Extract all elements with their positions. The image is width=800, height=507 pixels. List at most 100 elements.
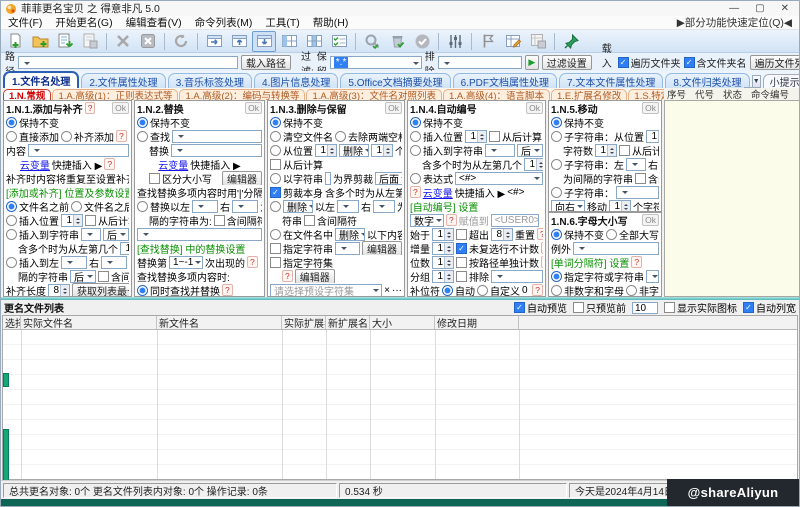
p4-from-end-checkbox[interactable]: 从后计算 xyxy=(489,129,542,143)
apply-filter-button[interactable]: ▶ xyxy=(525,55,539,70)
col-new-ext[interactable]: 新扩展名 xyxy=(326,316,370,329)
include-folder-names-checkbox[interactable]: 含文件夹名 xyxy=(684,55,747,70)
table-col-left-button[interactable] xyxy=(277,31,301,52)
p6-non-alnum-radio[interactable]: 非数字和字母 xyxy=(551,283,624,297)
p2-find-combobox[interactable] xyxy=(172,130,262,143)
close-button[interactable]: ✕ xyxy=(781,3,789,14)
path-combobox[interactable] xyxy=(18,56,238,69)
p3-keep-radio[interactable]: 保持不变 xyxy=(270,115,323,129)
table-body[interactable] xyxy=(3,330,797,479)
p3-left-combobox[interactable] xyxy=(337,200,359,213)
p3-by-string-combobox[interactable] xyxy=(325,172,331,185)
p2-sep-value-combobox[interactable] xyxy=(137,228,262,241)
p1-var-help-button[interactable]: ? xyxy=(104,158,115,170)
p3-right-combobox[interactable] xyxy=(373,200,395,213)
menu-command-list[interactable]: 命令列表(M) xyxy=(195,15,253,30)
p1-get-longest-button[interactable]: 获取列表最长 xyxy=(72,283,129,297)
p1-quick-insert-label[interactable]: 快捷插入 ▶ xyxy=(52,157,102,171)
p2-nth-combobox[interactable]: 1~-1 xyxy=(169,256,203,269)
p5-keep-radio[interactable]: 保持不变 xyxy=(551,115,604,129)
subtab-script[interactable]: 1.A.高级(4)：语言脚本 xyxy=(443,89,550,100)
p2-keep-radio[interactable]: 保持不变 xyxy=(137,115,190,129)
p4-number-type-combobox[interactable]: 数字 xyxy=(410,214,444,227)
p2-quick-insert-label[interactable]: 快捷插入 ▶ xyxy=(190,157,240,171)
p3-charset-help-button[interactable]: ? xyxy=(282,270,293,282)
p5-substring-combobox[interactable] xyxy=(616,186,659,199)
traverse-folders-checkbox[interactable]: 遍历文件夹 xyxy=(618,55,681,70)
search-check-button[interactable] xyxy=(360,31,384,52)
p1-content-combobox[interactable] xyxy=(28,144,129,157)
p3-pos-spinner[interactable]: 1 xyxy=(315,144,337,157)
p3-preset-combobox[interactable]: 请选择预设字符集 xyxy=(270,284,382,297)
p6-spec-combobox[interactable] xyxy=(646,270,659,283)
p3-spec-string-checkbox[interactable]: 指定字符串 xyxy=(270,241,333,255)
p1-direct-add-radio[interactable]: 直接添加 xyxy=(6,129,59,143)
p3-delete-combobox[interactable]: 删除 xyxy=(339,144,369,157)
p5-sub-pos-radio[interactable]: 子字符串：从位置 xyxy=(551,129,644,143)
p5-pos-spinner[interactable]: 1 xyxy=(646,130,659,143)
p4-keep-radio[interactable]: 保持不变 xyxy=(410,115,463,129)
p4-group-spinner[interactable]: 1 xyxy=(432,270,454,283)
p3-count-spinner[interactable]: 1 xyxy=(371,144,393,157)
p4-multi-spinner[interactable]: 1 xyxy=(524,158,543,171)
p1-pad-add-radio[interactable]: 补齐添加 xyxy=(61,129,114,143)
menu-edit-view[interactable]: 编辑查看(V) xyxy=(126,15,182,30)
col-size[interactable]: 大小 xyxy=(370,316,435,329)
p3-spec-string-combobox[interactable] xyxy=(335,242,360,255)
p1-after-combobox[interactable]: 后 xyxy=(103,228,129,241)
preview-count-input[interactable]: 10 xyxy=(632,302,658,314)
tab-image-info[interactable]: 4.图片信息处理 xyxy=(254,73,338,88)
load-path-button[interactable]: 载入路径 xyxy=(241,55,291,70)
p6-keep-radio[interactable]: 保持不变 xyxy=(551,227,604,241)
subtab-mapping[interactable]: 1.A.高级(3)：文件名对照列表 xyxy=(306,89,442,100)
load-list-button[interactable] xyxy=(53,31,77,52)
p1-insert-str-combobox[interactable] xyxy=(81,228,101,241)
p4-type-help-button[interactable]: ? xyxy=(446,214,457,226)
p5-substring-radio[interactable]: 子字符串： xyxy=(551,185,614,199)
p4-custom-value[interactable]: 0 xyxy=(522,285,528,296)
p2-replace-between-radio[interactable]: 替换以左 xyxy=(137,199,190,213)
maximize-button[interactable]: ▢ xyxy=(755,3,764,14)
p1-keep-radio[interactable]: 保持不变 xyxy=(6,115,59,129)
p2-left-combobox[interactable] xyxy=(192,200,218,213)
p4-overflow-checkbox[interactable]: 超出 xyxy=(456,227,489,241)
p1-insert-pos-radio[interactable]: 插入位置 xyxy=(6,213,59,227)
p1-insert-str-radio[interactable]: 插入到字符串 xyxy=(6,227,79,241)
p4-increment-spinner[interactable]: 1 xyxy=(432,242,454,255)
command-list-body[interactable] xyxy=(664,100,800,297)
auto-width-checkbox[interactable]: 自动列宽 xyxy=(743,300,796,315)
p4-skip-unchecked-checkbox[interactable]: 未复选行不计数 xyxy=(456,241,539,255)
p4-per-path-checkbox[interactable]: 按路径单独计数 xyxy=(456,255,539,269)
p3-trim-radio[interactable]: 去除两端空格 xyxy=(335,129,402,143)
p5-left-combobox[interactable] xyxy=(626,158,646,171)
panel4-ok-button[interactable]: Ok xyxy=(526,102,543,114)
p1-multi-spinner[interactable]: 1 xyxy=(120,242,129,255)
filter-settings-button[interactable]: 过滤设置 xyxy=(542,55,592,70)
delete-button[interactable] xyxy=(111,31,135,52)
open-folder-button[interactable] xyxy=(28,31,52,52)
col-actual-name[interactable]: 实际文件名 xyxy=(21,316,157,329)
menu-tools[interactable]: 工具(T) xyxy=(265,15,299,30)
panel-up-button[interactable] xyxy=(227,31,251,52)
tab-pdf[interactable]: 6.PDF文档属性处理 xyxy=(453,73,557,88)
refresh-button[interactable] xyxy=(169,31,193,52)
tab-classify[interactable]: 8.文件归类处理 xyxy=(665,73,749,88)
tab-file-attr[interactable]: 2.文件属性处理 xyxy=(81,73,165,88)
p4-cloud-var-link[interactable]: 云变量 xyxy=(423,185,453,199)
p1-right-combobox[interactable] xyxy=(101,256,127,269)
p4-expr-help-button[interactable]: ? xyxy=(410,186,421,198)
p1-sep-pos-combobox[interactable]: 后 xyxy=(70,270,96,283)
panel3-ok-button[interactable]: Ok xyxy=(385,102,402,114)
show-icons-checkbox[interactable]: 显示实际图标 xyxy=(664,300,737,315)
p4-pad-help-button[interactable]: ? xyxy=(532,284,543,296)
p2-replace-combobox[interactable] xyxy=(171,144,262,157)
p4-exclude-combobox[interactable] xyxy=(491,270,543,283)
table-edit-button[interactable] xyxy=(501,31,525,52)
col-select[interactable]: 选择 xyxy=(3,316,21,329)
delete-all-button[interactable] xyxy=(136,31,160,52)
p3-del3-combobox[interactable]: 删除 xyxy=(335,228,365,241)
p4-expression-combobox[interactable]: <#> xyxy=(455,172,543,185)
p4-exclude-checkbox[interactable]: 排除 xyxy=(456,269,489,283)
quick-locate-link[interactable]: ▶部分功能快速定位(Q)◀ xyxy=(677,15,792,30)
save-list-button[interactable] xyxy=(78,31,102,52)
